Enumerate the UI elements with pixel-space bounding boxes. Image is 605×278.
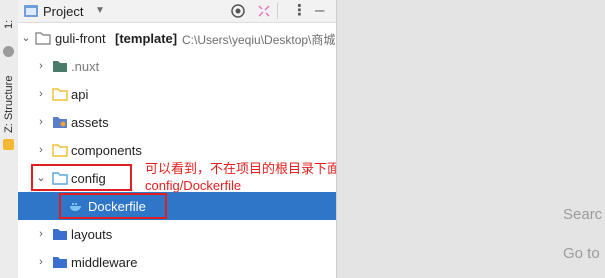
tree-item-label: components: [71, 143, 142, 158]
editor-hint-goto: Go to: [563, 245, 600, 262]
tree-item-assets[interactable]: › assets: [18, 108, 336, 136]
header-divider: [277, 3, 278, 19]
root-tag: [template]: [115, 31, 178, 46]
project-panel-header: Project ▼ ⋮ –: [18, 0, 336, 23]
chevron-right-icon[interactable]: ›: [35, 116, 47, 128]
chevron-down-icon[interactable]: ⌄: [20, 32, 32, 44]
tree-item-api[interactable]: › api: [18, 80, 336, 108]
project-panel-title[interactable]: Project: [43, 4, 83, 19]
folder-icon: [53, 61, 67, 72]
project-view-icon: [24, 5, 38, 17]
editor-hint-search: Searc: [563, 206, 603, 223]
tree-item-nuxt[interactable]: › .nuxt: [18, 52, 336, 80]
chevron-right-icon[interactable]: ›: [35, 228, 47, 240]
chevron-right-icon[interactable]: ›: [35, 256, 47, 268]
side-tab-structure[interactable]: Z: Structure: [0, 70, 18, 138]
folder-icon: [53, 117, 67, 128]
tree-item-label: .nuxt: [71, 59, 100, 74]
chevron-right-icon[interactable]: ›: [35, 60, 47, 72]
locate-target-icon[interactable]: [230, 3, 246, 19]
tree-item-label: layouts: [71, 227, 113, 242]
folder-icon: [53, 257, 67, 268]
hide-panel-icon[interactable]: –: [315, 0, 324, 20]
root-name: guli-front: [55, 31, 106, 46]
folder-icon: [52, 144, 68, 157]
side-tab-project[interactable]: 1: Project: [0, 2, 33, 46]
tree-item-layouts[interactable]: › layouts: [18, 220, 336, 248]
root-path: C:\Users\yeqiu\Desktop\商城学习\guli-front: [182, 33, 336, 47]
tree-item-label: middleware: [71, 255, 138, 270]
tree-item-label: assets: [71, 115, 109, 130]
project-panel: Project ▼ ⋮ – ⌄ guli-front [template] C:…: [18, 0, 336, 278]
side-tab-favorites-icon[interactable]: [3, 139, 14, 150]
chevron-down-icon[interactable]: ▼: [95, 5, 105, 16]
editor-empty-area: Searc Go to: [336, 0, 605, 278]
tree-item-label: api: [71, 87, 89, 102]
folder-icon: [53, 229, 67, 240]
folder-icon: [52, 88, 68, 101]
chevron-right-icon[interactable]: ›: [35, 144, 47, 156]
highlight-box-config: [31, 164, 132, 191]
folder-icon: [35, 32, 51, 45]
highlight-box-dockerfile: [59, 193, 167, 219]
side-tab-badge-icon: [3, 46, 14, 57]
more-options-icon[interactable]: ⋮: [292, 1, 307, 19]
tree-root-row[interactable]: ⌄ guli-front [template] C:\Users\yeqiu\D…: [18, 24, 336, 52]
left-tool-strip: 1: Project Z: Structure: [0, 0, 33, 278]
chevron-right-icon[interactable]: ›: [35, 88, 47, 100]
collapse-all-icon[interactable]: [256, 3, 272, 19]
tree-item-middleware[interactable]: › middleware: [18, 248, 336, 276]
